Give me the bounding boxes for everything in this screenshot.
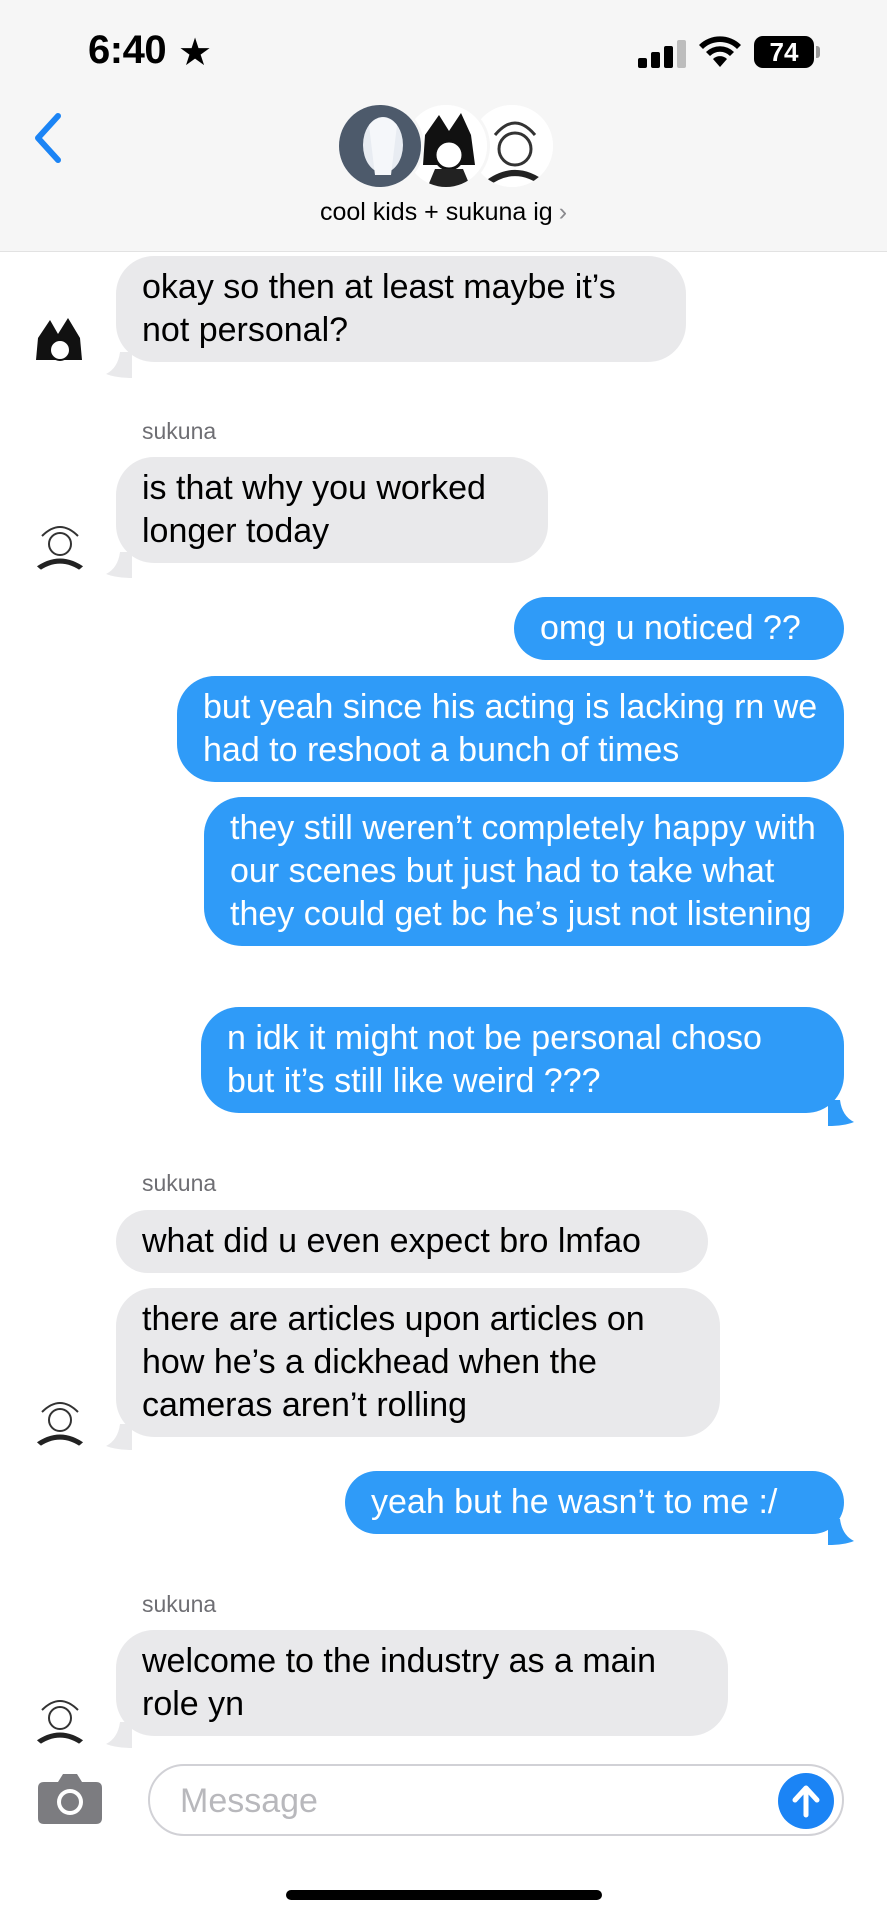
message-bubble-incoming[interactable]: okay so then at least maybe it’s not per… — [116, 256, 686, 362]
back-chevron-icon[interactable] — [28, 108, 72, 168]
message-input[interactable]: Message — [148, 1764, 844, 1836]
send-button[interactable] — [778, 1773, 834, 1829]
camera-icon[interactable] — [36, 1770, 104, 1826]
message-bubble-outgoing[interactable]: n idk it might not be personal choso but… — [201, 1007, 844, 1113]
avatar[interactable] — [28, 1686, 92, 1750]
battery-nub — [816, 46, 820, 58]
message-input-placeholder: Message — [180, 1782, 318, 1820]
group-name-label: cool kids + sukuna ig — [319, 198, 553, 226]
bubble-tail — [828, 1519, 854, 1545]
bubble-tail — [828, 1100, 854, 1126]
message-bubble-outgoing[interactable]: omg u noticed ?? — [514, 597, 844, 660]
message-bubble-outgoing[interactable]: yeah but he wasn’t to me :/ — [345, 1471, 844, 1534]
battery-icon: 74 — [754, 36, 814, 68]
sender-name: sukuna — [142, 1591, 217, 1617]
avatar[interactable] — [28, 1388, 92, 1452]
bubble-tail — [106, 552, 132, 578]
message-bubble-incoming[interactable]: what did u even expect bro lmfao — [116, 1210, 708, 1273]
sender-name: sukuna — [142, 1170, 217, 1196]
avatar[interactable] — [28, 312, 92, 376]
message-bubble-outgoing[interactable]: but yeah since his acting is lacking rn … — [177, 676, 844, 782]
message-bubble-incoming[interactable]: there are articles upon articles on how … — [116, 1288, 720, 1437]
star-icon: ★ — [178, 32, 213, 74]
home-indicator[interactable] — [286, 1890, 602, 1900]
message-bubble-incoming[interactable]: is that why you worked longer today — [116, 457, 548, 563]
message-bubble-outgoing[interactable]: they still weren’t completely happy with… — [204, 797, 844, 946]
chevron-right-icon: › — [558, 198, 568, 226]
bubble-tail — [106, 1424, 132, 1450]
arrow-up-icon — [792, 1785, 820, 1818]
avatar — [336, 102, 424, 190]
bubble-tail — [106, 352, 132, 378]
group-name[interactable]: cool kids + sukuna ig › — [0, 198, 887, 227]
status-time: 6:40 — [88, 28, 167, 72]
message-bubble-incoming[interactable]: welcome to the industry as a main role y… — [116, 1630, 728, 1736]
group-avatars[interactable] — [336, 102, 556, 192]
avatar[interactable] — [28, 512, 92, 576]
wifi-icon — [699, 36, 741, 67]
chat-header: 6:40 ★ 74 cool kids + sukuna ig › — [0, 0, 887, 252]
sender-name: sukuna — [142, 418, 217, 444]
cellular-signal-icon — [638, 40, 686, 68]
